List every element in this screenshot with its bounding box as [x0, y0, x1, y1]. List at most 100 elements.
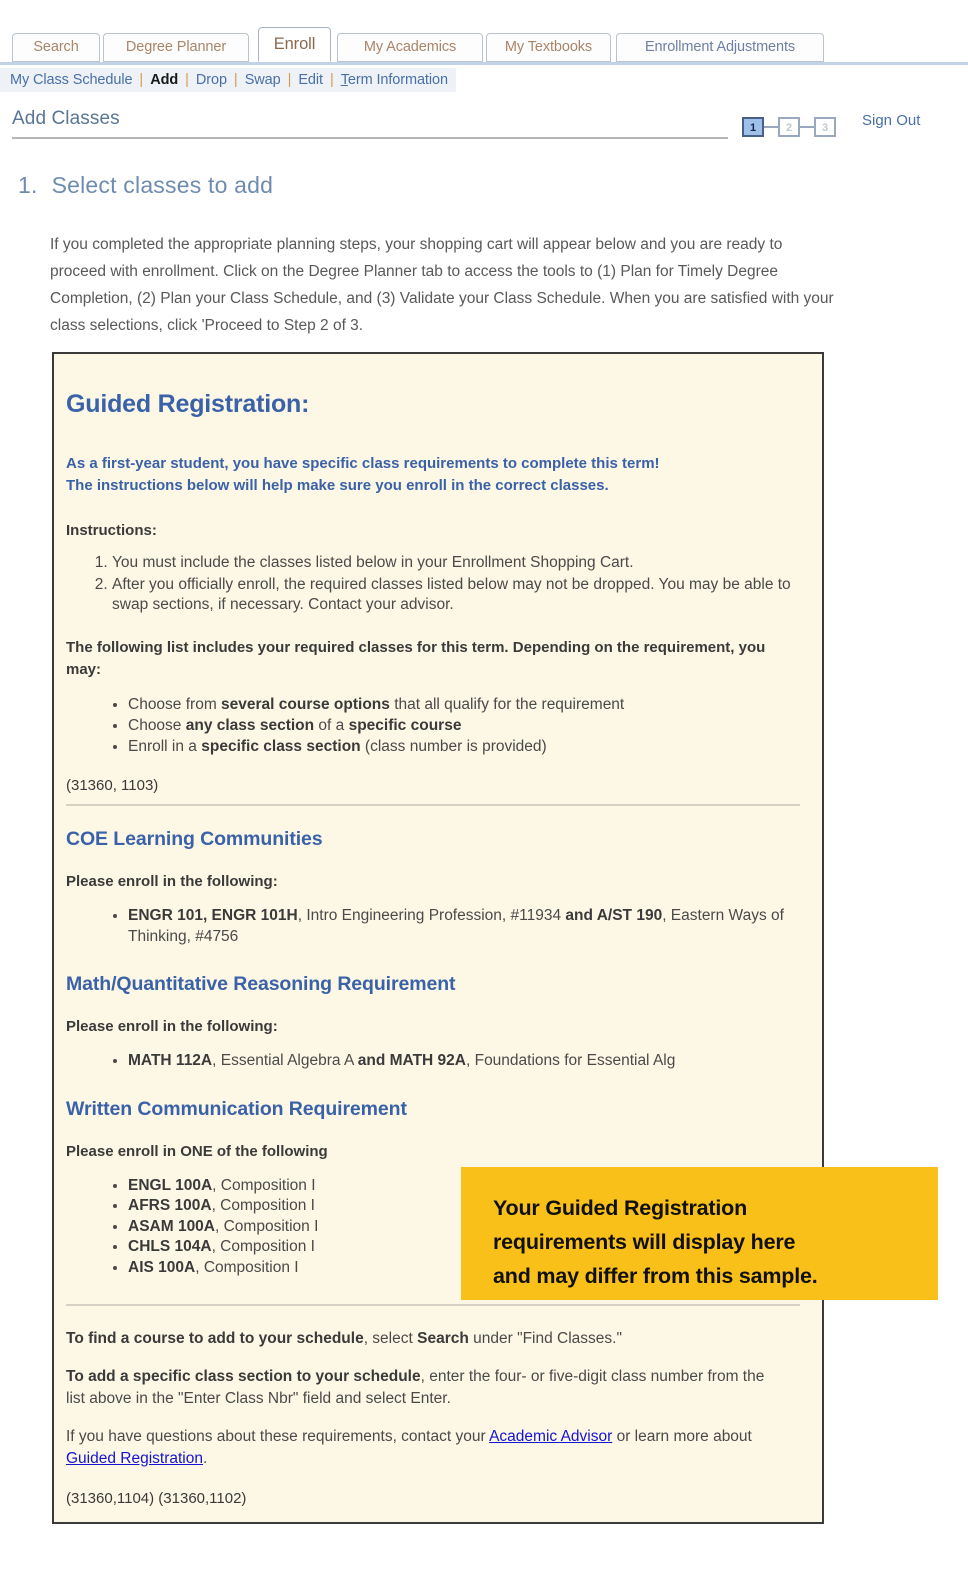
option-emphasis: several course options	[221, 696, 390, 713]
course-code: ENGL 100A	[128, 1176, 213, 1194]
title-divider	[12, 137, 728, 139]
tab-enroll[interactable]: Enroll	[258, 27, 331, 62]
course-code: AIS 100A	[128, 1258, 196, 1276]
add-section-bold: To add a specific class section to your …	[66, 1368, 421, 1385]
option-emphasis: any class section	[185, 717, 315, 734]
course-description: , Composition I	[211, 1197, 315, 1214]
subnav-separator: |	[233, 72, 238, 88]
guided-registration-panel: Guided Registration: As a first-year stu…	[52, 352, 824, 1524]
page-title: Add Classes	[12, 108, 120, 129]
course-list: ENGR 101, ENGR 101H, Intro Engineering P…	[66, 906, 818, 947]
subnav-item-swap[interactable]: Swap	[245, 72, 281, 88]
requirement-option: Choose any class section of a specific c…	[128, 715, 800, 736]
requirement-title: COE Learning Communities	[66, 828, 323, 850]
step-title: Select classes to add	[51, 172, 274, 198]
subnav-item-drop[interactable]: Drop	[196, 72, 227, 88]
step-connector	[800, 126, 814, 128]
questions-pre: If you have questions about these requir…	[66, 1428, 490, 1445]
tab-bar-underline	[0, 62, 968, 65]
course-code: ASAM 100A	[128, 1217, 215, 1235]
callout-line-2: requirements will display here	[493, 1230, 796, 1254]
subnav-item-edit[interactable]: Edit	[298, 72, 323, 88]
guided-registration-lead: As a first-year student, you have specif…	[66, 453, 800, 496]
requirement-option: Enroll in a specific class section (clas…	[128, 736, 800, 757]
subnav-separator: |	[329, 72, 334, 88]
find-course-rest: , select	[363, 1330, 418, 1347]
callout-text: Your Guided Registration requirements wi…	[493, 1191, 938, 1293]
instruction-item: After you officially enroll, the require…	[112, 575, 800, 615]
course-code: ENGR 101, ENGR 101H	[128, 907, 298, 924]
course-description: , Composition I	[212, 1176, 316, 1194]
sub-navigation-bar: My Class Schedule | Add | Drop | Swap | Edit | Ter…	[0, 68, 456, 92]
search-keyword: Search	[417, 1330, 469, 1347]
requirement-title: Written Communication Requirement	[66, 1097, 407, 1120]
lead-line-1: As a first-year student, you have specif…	[66, 455, 660, 472]
callout-line-1: Your Guided Registration	[493, 1196, 748, 1220]
course-item: ENGR 101, ENGR 101H, Intro Engineering P…	[128, 906, 818, 947]
find-course-bold: To find a course to add to your schedule	[66, 1330, 364, 1347]
requirement-options-list: Choose from several course options that …	[66, 694, 800, 757]
course-description: , Composition I	[195, 1258, 299, 1276]
option-text: Enroll in a	[128, 738, 202, 755]
accesskey-letter: T	[340, 72, 348, 88]
option-text: Choose	[128, 717, 186, 734]
course-description: , Intro Engineering Profession, #11934	[297, 907, 566, 924]
subnav-item-my-class-schedule[interactable]: My Class Schedule	[10, 72, 133, 88]
questions-mid: or learn more about	[612, 1428, 752, 1445]
option-text: that all qualify for the requirement	[389, 696, 625, 713]
course-description: , Composition I	[211, 1238, 315, 1255]
academic-advisor-link[interactable]: Academic Advisor	[489, 1428, 612, 1445]
required-list-intro: The following list includes your require…	[66, 639, 766, 678]
code-top: (31360, 1103)	[66, 777, 159, 794]
course-code-secondary: and A/ST 190	[565, 907, 663, 924]
course-code: MATH 112A	[128, 1052, 213, 1069]
step-indicator: 123	[742, 117, 836, 137]
step-box-3[interactable]: 3	[814, 117, 836, 137]
intro-paragraph: If you completed the appropriate plannin…	[50, 236, 834, 334]
requirement-instruction: Please enroll in ONE of the following	[66, 1142, 328, 1160]
tab-degree-planner[interactable]: Degree Planner	[103, 33, 249, 62]
instructions-label: Instructions:	[66, 522, 157, 539]
option-emphasis: specific course	[348, 717, 462, 734]
step-box-2[interactable]: 2	[778, 117, 800, 137]
course-list: MATH 112A, Essential Algebra A and MATH …	[66, 1051, 818, 1072]
step-heading: 1. Select classes to add	[18, 172, 273, 199]
guided-registration-title: Guided Registration:	[66, 390, 310, 418]
course-description: , Composition I	[215, 1217, 319, 1235]
course-description-secondary: , Foundations for Essential Alg	[465, 1052, 676, 1069]
subnav-separator: |	[287, 72, 292, 88]
course-code-secondary: and MATH 92A	[357, 1052, 466, 1069]
subnav-item-term-information[interactable]: Term Information	[341, 72, 448, 88]
sign-out-link[interactable]: Sign Out	[862, 112, 920, 129]
subnav-item-add[interactable]: Add	[150, 72, 178, 88]
add-section-paragraph: To add a specific class section to your …	[66, 1366, 766, 1410]
questions-post: .	[203, 1450, 208, 1467]
subnav-separator: |	[139, 72, 144, 88]
questions-paragraph: If you have questions about these requir…	[66, 1426, 766, 1470]
find-course-paragraph: To find a course to add to your schedule…	[66, 1328, 800, 1350]
callout-line-3: and may differ from this sample.	[493, 1264, 818, 1288]
find-course-rest2: under "Find Classes."	[468, 1330, 622, 1347]
guided-registration-link[interactable]: Guided Registration	[66, 1450, 203, 1467]
panel-divider-bottom	[66, 1304, 800, 1306]
tab-search[interactable]: Search	[12, 33, 100, 62]
instruction-item: You must include the classes listed belo…	[112, 553, 800, 573]
tab-enrollment-adjustments[interactable]: Enrollment Adjustments	[616, 33, 824, 62]
course-description: , Essential Algebra A	[212, 1052, 358, 1069]
option-text: of a	[314, 717, 349, 734]
step-connector	[764, 126, 778, 128]
option-text: Choose from	[128, 696, 222, 713]
step-number: 1.	[18, 172, 38, 198]
option-emphasis: specific class section	[201, 738, 361, 755]
code-bottom: (31360,1104) (31360,1102)	[66, 1490, 247, 1507]
course-item: MATH 112A, Essential Algebra A and MATH …	[128, 1051, 818, 1072]
tab-my-textbooks[interactable]: My Textbooks	[486, 33, 611, 62]
subnav-separator: |	[185, 72, 189, 88]
sample-notice-callout: Your Guided Registration requirements wi…	[461, 1167, 938, 1300]
requirement-instruction: Please enroll in the following:	[66, 1018, 278, 1035]
step-box-1[interactable]: 1	[742, 117, 764, 137]
tab-my-academics[interactable]: My Academics	[337, 33, 483, 62]
requirement-option: Choose from several course options that …	[128, 694, 800, 715]
instructions-list: You must include the classes listed belo…	[66, 553, 800, 615]
requirement-title: Math/Quantitative Reasoning Requirement	[66, 973, 456, 995]
